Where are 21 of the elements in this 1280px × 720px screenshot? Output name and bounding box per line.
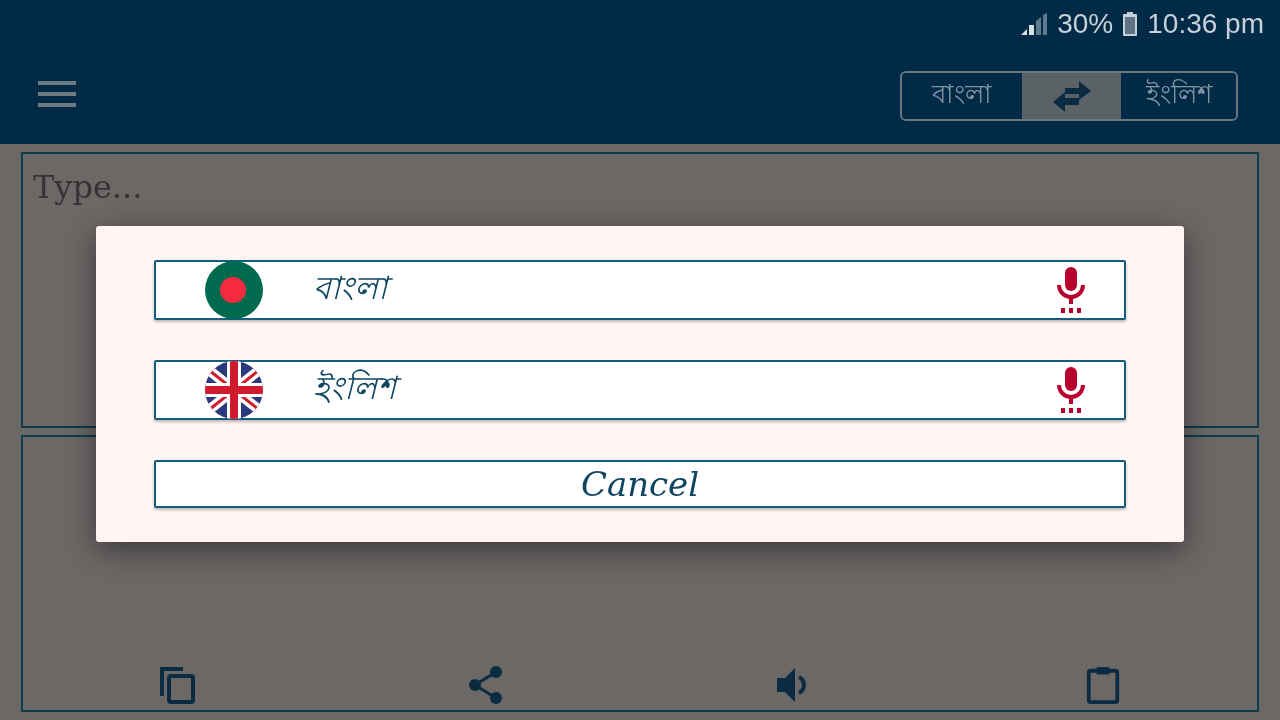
swap-button[interactable] [1022, 73, 1121, 119]
language-option[interactable]: ইংলিশ [154, 360, 1126, 420]
microphone-icon [1057, 267, 1085, 313]
menu-icon [38, 81, 76, 107]
signal-icon [1021, 13, 1048, 35]
bangladesh-flag-icon [205, 261, 263, 319]
share-button[interactable] [468, 666, 503, 704]
copy-button[interactable] [159, 666, 196, 704]
paste-button[interactable] [1084, 666, 1121, 704]
clipboard-icon [1084, 666, 1121, 704]
cancel-button[interactable]: Cancel [154, 460, 1126, 508]
menu-button[interactable] [36, 79, 78, 109]
copy-icon [159, 666, 196, 704]
language-option[interactable]: বাংলা [154, 260, 1126, 320]
swap-arrows-icon [1052, 80, 1091, 112]
battery-percentage: 30% [1057, 8, 1114, 40]
uk-flag-icon [205, 361, 263, 419]
clock: 10:36 pm [1147, 8, 1264, 40]
share-icon [468, 666, 503, 704]
battery-icon [1123, 12, 1138, 36]
microphone-icon [1057, 367, 1085, 413]
